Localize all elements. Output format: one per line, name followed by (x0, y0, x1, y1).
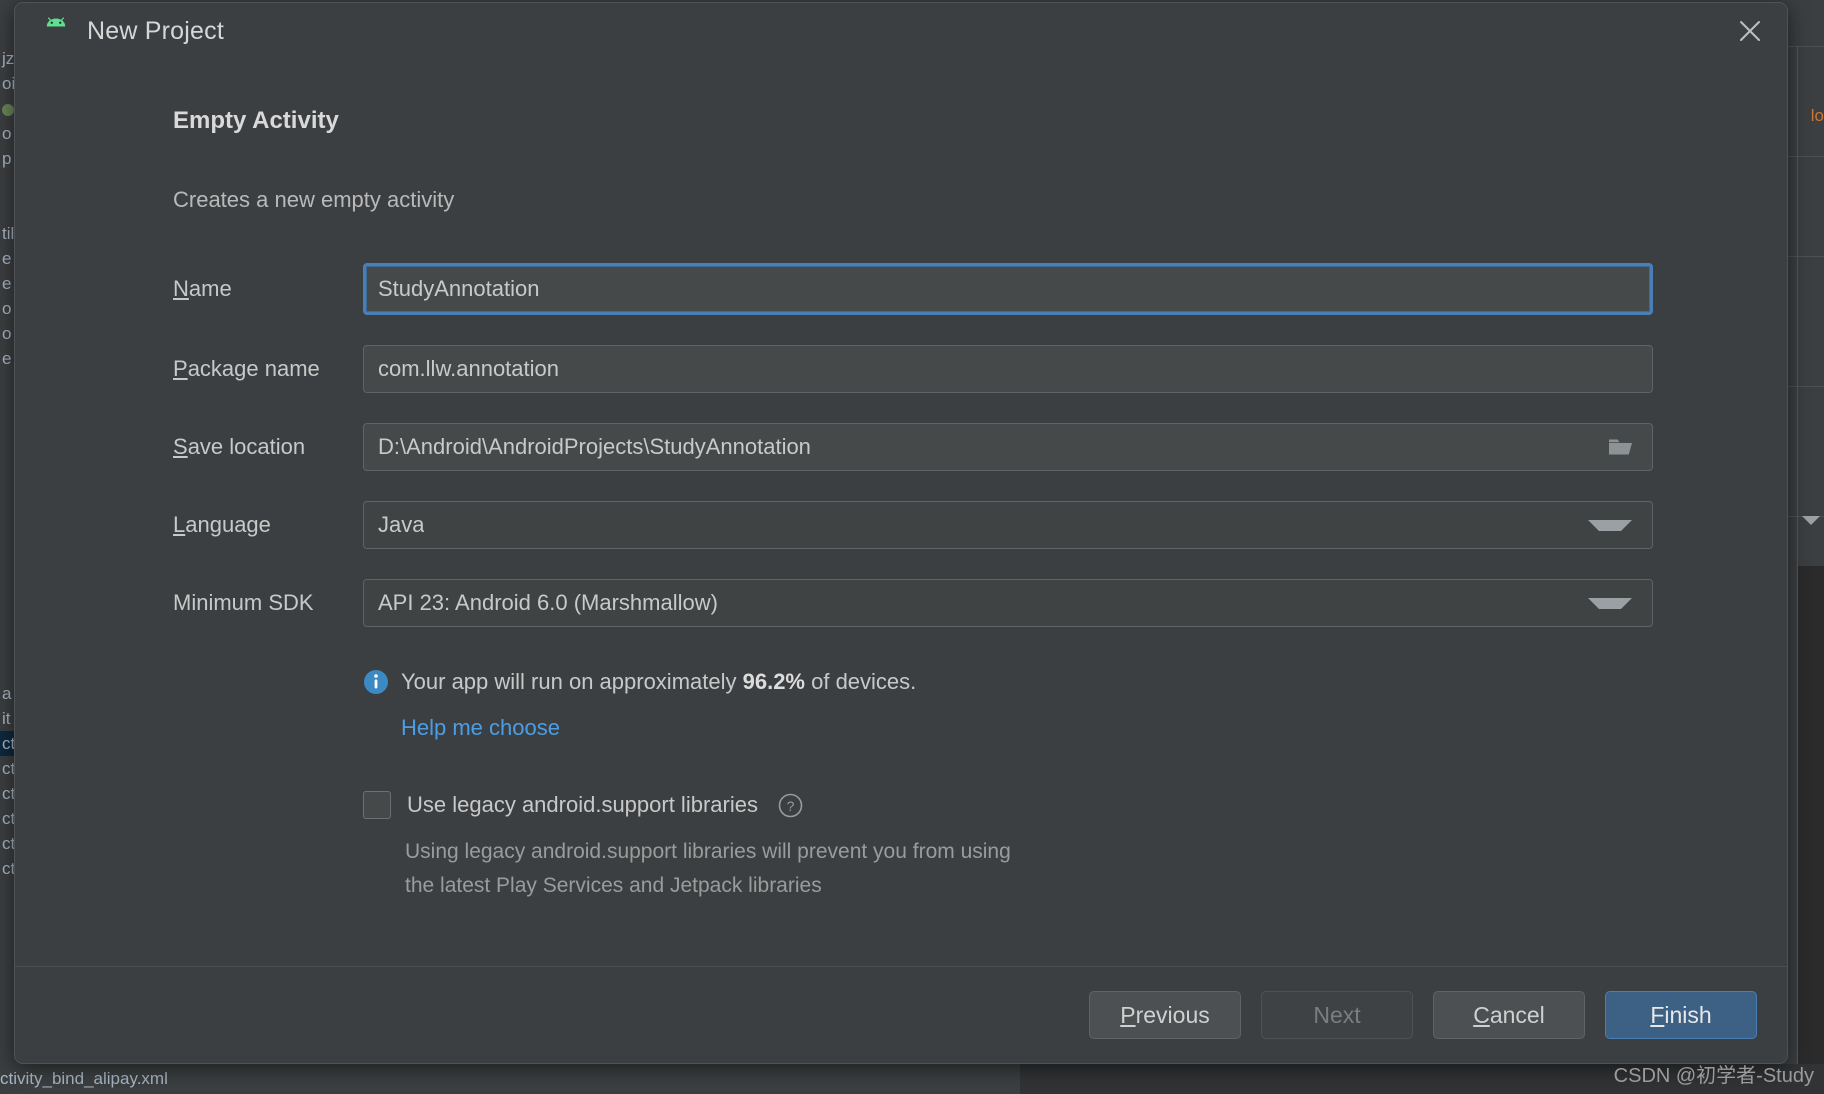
info-icon (363, 669, 389, 695)
question-circle-icon[interactable]: ? (778, 793, 803, 818)
chevron-down-icon[interactable] (1588, 597, 1632, 609)
sdk-info-block: Your app will run on approximately 96.2%… (173, 669, 1787, 903)
form-row-save-location: Save location D:\Android\AndroidProjects… (173, 423, 1787, 471)
coverage-suffix: of devices. (805, 669, 917, 694)
package-name-input-value: com.llw.annotation (378, 356, 559, 381)
svg-text:?: ? (787, 798, 795, 814)
template-title: Empty Activity (173, 107, 339, 134)
name-label: Name (173, 276, 232, 301)
legacy-libraries-checkbox[interactable] (363, 791, 391, 819)
language-label: Language (173, 512, 271, 537)
ide-right-label: lo (1810, 106, 1824, 125)
dialog-footer: Previous Next Cancel Finish (15, 966, 1787, 1063)
template-description: Creates a new empty activity (173, 187, 455, 212)
language-dropdown-value: Java (378, 512, 425, 537)
name-input[interactable]: StudyAnnotation (363, 263, 1653, 315)
legacy-libraries-label: Use legacy android.support libraries (407, 792, 758, 817)
legacy-description-line1: Using legacy android.support libraries w… (405, 840, 1011, 863)
dialog-titlebar: New Project (15, 3, 1787, 59)
android-robot-icon (41, 16, 71, 46)
csdn-watermark: CSDN @初学者-Study (1613, 1065, 1814, 1087)
device-coverage-info: Your app will run on approximately 96.2%… (363, 669, 1787, 695)
folder-icon[interactable] (1608, 436, 1634, 458)
form-row-minimum-sdk: Minimum SDK API 23: Android 6.0 (Marshma… (173, 579, 1787, 627)
new-project-dialog: New Project Empty Activity Creates a new… (14, 2, 1788, 1064)
next-button: Next (1261, 991, 1413, 1039)
save-location-input-value: D:\Android\AndroidProjects\StudyAnnotati… (378, 434, 811, 459)
legacy-libraries-description: Using legacy android.support libraries w… (405, 835, 1787, 903)
save-location-input[interactable]: D:\Android\AndroidProjects\StudyAnnotati… (363, 423, 1653, 471)
form-row-package-name: Package name com.llw.annotation (173, 345, 1787, 393)
save-location-label: Save location (173, 434, 306, 459)
close-icon[interactable] (1713, 3, 1787, 59)
form-row-name: Name StudyAnnotation (173, 263, 1787, 315)
legacy-description-line2: the latest Play Services and Jetpack lib… (405, 874, 822, 897)
next-button-label: Next (1313, 1001, 1361, 1028)
ide-caret-icon (1802, 516, 1820, 525)
finish-button[interactable]: Finish (1605, 991, 1757, 1039)
cancel-button[interactable]: Cancel (1433, 991, 1585, 1039)
legacy-libraries-row[interactable]: Use legacy android.support libraries ? (363, 791, 1787, 819)
minimum-sdk-dropdown-value: API 23: Android 6.0 (Marshmallow) (378, 590, 718, 615)
form-row-language: Language Java (173, 501, 1787, 549)
coverage-percent: 96.2% (742, 669, 805, 694)
dialog-body: Empty Activity Creates a new empty activ… (15, 59, 1787, 966)
minimum-sdk-dropdown[interactable]: API 23: Android 6.0 (Marshmallow) (363, 579, 1653, 627)
previous-button[interactable]: Previous (1089, 991, 1241, 1039)
device-coverage-text: Your app will run on approximately 96.2%… (401, 669, 916, 695)
name-input-value: StudyAnnotation (378, 276, 540, 301)
ide-editor-tab: ctivity_bind_alipay.xml (0, 1064, 1020, 1094)
language-dropdown[interactable]: Java (363, 501, 1653, 549)
coverage-prefix: Your app will run on approximately (401, 669, 743, 694)
dialog-title: New Project (87, 16, 224, 45)
help-me-choose-link[interactable]: Help me choose (401, 715, 560, 741)
package-name-input[interactable]: com.llw.annotation (363, 345, 1653, 393)
package-name-label: Package name (173, 356, 320, 381)
minimum-sdk-label: Minimum SDK (173, 590, 314, 615)
chevron-down-icon[interactable] (1588, 519, 1632, 531)
